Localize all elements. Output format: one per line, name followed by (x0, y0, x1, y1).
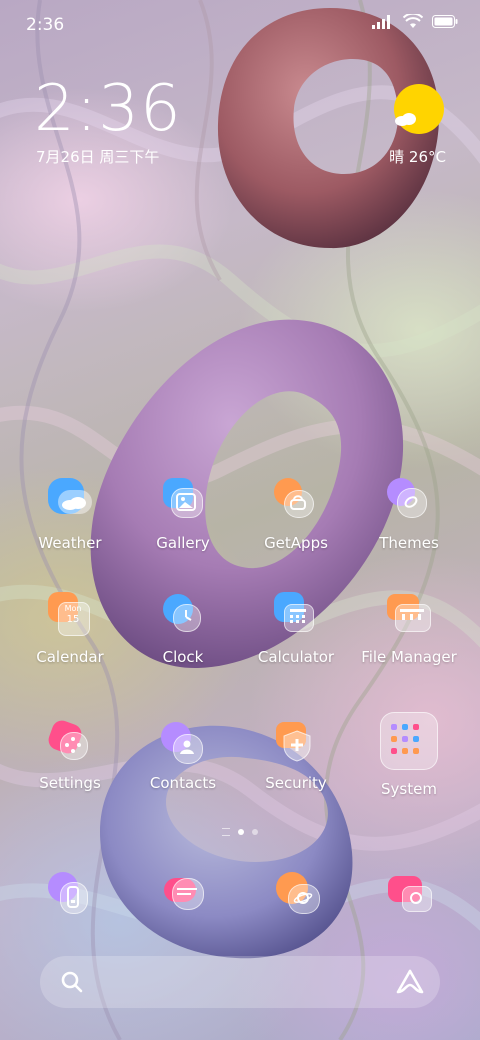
themes-icon (385, 476, 433, 524)
calculator-icon (272, 590, 320, 638)
status-icons (372, 14, 458, 29)
app-file-manager[interactable]: File Manager (353, 590, 465, 690)
settings-icon (45, 716, 94, 764)
calendar-date: 15 (66, 614, 80, 625)
app-label: Weather (38, 534, 102, 552)
dock-browser[interactable] (274, 868, 334, 928)
system-folder-icon (380, 712, 438, 770)
dock-messages[interactable] (160, 868, 220, 928)
app-label: Calculator (257, 648, 335, 666)
clock-icon (159, 590, 207, 638)
contacts-icon (159, 716, 207, 764)
dock-camera[interactable] (386, 868, 446, 928)
clock-widget-time[interactable]: 2:36 (34, 72, 182, 146)
app-themes[interactable]: Themes (353, 476, 465, 576)
app-label: Gallery (156, 534, 210, 552)
calendar-icon: Mon 15 (46, 590, 94, 638)
app-label: GetApps (264, 534, 328, 552)
app-gallery[interactable]: Gallery (127, 476, 239, 576)
getapps-icon (272, 476, 320, 524)
assistant-icon[interactable] (396, 969, 424, 995)
search-bar[interactable] (40, 956, 440, 1008)
gallery-icon (159, 476, 207, 524)
app-label: Security (265, 774, 327, 792)
calendar-day: Mon (64, 604, 82, 613)
page-dot-active[interactable] (238, 829, 244, 835)
app-security[interactable]: Security (240, 716, 352, 816)
cloud-icon (395, 113, 416, 126)
app-label: Clock (162, 648, 204, 666)
clock-widget-date[interactable]: 7月26日 周三下午 (36, 146, 159, 167)
folder-system[interactable]: System (353, 712, 465, 816)
battery-icon (432, 15, 458, 28)
app-weather[interactable]: Weather (14, 476, 126, 576)
feed-page-icon[interactable] (222, 828, 230, 836)
app-label: File Manager (361, 648, 457, 666)
security-icon (272, 716, 320, 764)
wifi-icon (403, 14, 423, 28)
weather-icon (46, 476, 94, 524)
app-calculator[interactable]: Calculator (240, 590, 352, 690)
dock-phone[interactable] (46, 868, 106, 928)
file-manager-icon (385, 590, 433, 638)
status-time: 2:36 (26, 15, 65, 35)
status-bar: 2:36 (0, 0, 480, 48)
app-label: System (381, 780, 437, 798)
app-settings[interactable]: Settings (14, 716, 126, 816)
signal-icon (372, 14, 390, 29)
sun-icon (394, 84, 444, 134)
weather-condition-temp: 晴 26°C (389, 148, 446, 166)
app-clock[interactable]: Clock (127, 590, 239, 690)
search-icon[interactable] (60, 970, 84, 994)
weather-widget[interactable]: 晴 26°C (366, 84, 446, 168)
app-contacts[interactable]: Contacts (127, 716, 239, 816)
app-label: Themes (379, 534, 439, 552)
page-indicator[interactable] (0, 828, 480, 836)
app-label: Contacts (149, 774, 217, 792)
app-label: Calendar (36, 648, 104, 666)
page-dot[interactable] (252, 829, 258, 835)
app-label: Settings (39, 774, 101, 792)
app-calendar[interactable]: Mon 15 Calendar (14, 590, 126, 690)
app-getapps[interactable]: GetApps (240, 476, 352, 576)
